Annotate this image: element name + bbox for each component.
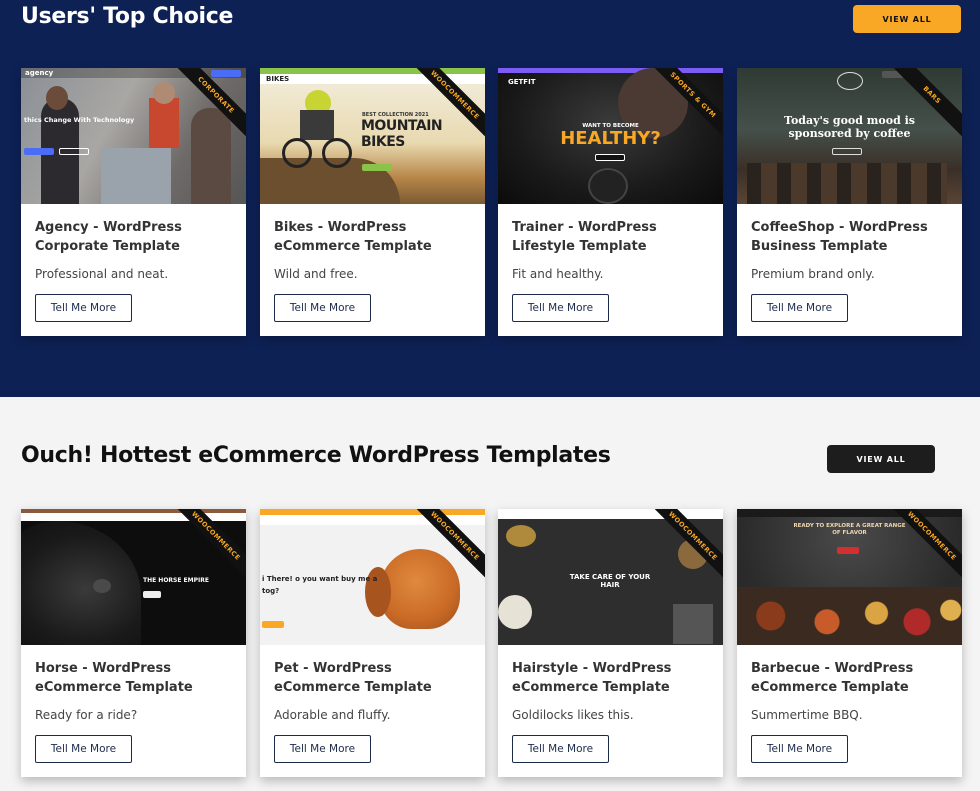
template-thumbnail[interactable]: BIKES BEST COLLECTION 2021 MOUNTAIN BIKE… [260,68,485,204]
thumb-button [837,547,859,554]
kettlebell-shape [588,168,628,204]
card-title: Horse - WordPress eCommerce Template [35,661,193,695]
template-card-agency: agency thics Change With Technology CORP… [21,68,246,336]
card-description: Premium brand only. [751,267,875,281]
thumb-headline: READY TO EXPLORE A GREAT RANGE OF FLAVOR [793,523,906,536]
thumb-headline: TAKE CARE OF YOUR HAIR [569,573,651,589]
thumb-brand: GETFIT [508,78,536,86]
thumb-button [24,148,54,155]
thumb-headline: THE HORSE EMPIRE [143,577,209,584]
template-card-hairstyle: TAKE CARE OF YOUR HAIR WOOCOMMERCE Hairs… [498,509,723,777]
card-description: Summertime BBQ. [751,708,863,722]
thumb-nav [21,513,246,521]
section-title: Ouch! Hottest eCommerce WordPress Templa… [21,443,611,468]
card-description: Adorable and fluffy. [274,708,391,722]
cafe-tables [747,163,947,204]
person-shape [149,98,179,148]
card-title: CoffeeShop - WordPress Business Template [751,220,928,254]
thumb-nav [737,509,962,517]
bike-wheel [282,138,312,168]
tell-me-more-button[interactable]: Tell Me More [35,735,132,763]
template-card-barbecue: READY TO EXPLORE A GREAT RANGE OF FLAVOR… [737,509,962,777]
template-thumbnail[interactable]: Today's good mood is sponsored by coffee… [737,68,962,204]
tell-me-more-button[interactable]: Tell Me More [512,294,609,322]
thumb-button [595,154,625,161]
card-description: Professional and neat. [35,267,169,281]
template-thumbnail[interactable]: i There! o you want buy me a tog? WOOCOM… [260,509,485,645]
template-card-bikes: BIKES BEST COLLECTION 2021 MOUNTAIN BIKE… [260,68,485,336]
tell-me-more-button[interactable]: Tell Me More [274,294,371,322]
person-shape [101,148,171,204]
template-card-coffeeshop: Today's good mood is sponsored by coffee… [737,68,962,336]
rider-body [300,110,334,140]
card-description: Wild and free. [274,267,358,281]
category-ribbon: WOOCOMMERCE [883,509,962,585]
horse-shape [21,521,141,645]
template-card-pet: i There! o you want buy me a tog? WOOCOM… [260,509,485,777]
thumb-topbar [498,68,723,73]
template-card-horse: THE HORSE EMPIRE WOOCOMMERCE Horse - Wor… [21,509,246,777]
card-title: Agency - WordPress Corporate Template [35,220,182,254]
coffee-logo [837,72,863,90]
product-shape [673,604,713,644]
view-all-button[interactable]: VIEW ALL [853,5,961,33]
thumb-button [832,148,862,155]
card-description: Ready for a ride? [35,708,138,722]
template-thumbnail[interactable]: TAKE CARE OF YOUR HAIR WOOCOMMERCE [498,509,723,645]
thumb-headline: i There! o you want buy me a tog? [262,575,378,595]
thumb-nav [498,509,723,519]
thumb-brand: BIKES [266,75,290,83]
person-shape [191,108,231,204]
thumb-brand: agency [25,69,54,77]
card-title: Pet - WordPress eCommerce Template [274,661,432,695]
person-head [153,82,175,104]
thumb-headline: Today's good mood is sponsored by coffee [784,114,915,140]
template-thumbnail[interactable]: THE HORSE EMPIRE WOOCOMMERCE [21,509,246,645]
tell-me-more-button[interactable]: Tell Me More [274,735,371,763]
tell-me-more-button[interactable]: Tell Me More [512,735,609,763]
thumb-headline-text: MOUNTAIN BIKES [361,118,443,150]
bike-wheel [322,138,352,168]
hottest-ecommerce-section: Ouch! Hottest eCommerce WordPress Templa… [0,397,980,791]
thumb-button [143,591,161,598]
template-thumbnail[interactable]: READY TO EXPLORE A GREAT RANGE OF FLAVOR… [737,509,962,645]
thumb-button [262,621,284,628]
food-spread [737,587,962,645]
tell-me-more-button[interactable]: Tell Me More [35,294,132,322]
thumb-button [211,70,241,77]
card-description: Goldilocks likes this. [512,708,634,722]
card-description: Fit and healthy. [512,267,604,281]
tell-me-more-button[interactable]: Tell Me More [751,294,848,322]
brush-shape [506,525,536,547]
thumb-button [362,164,392,171]
template-thumbnail[interactable]: GETFIT WANT TO BECOME HEALTHY? SPORTS & … [498,68,723,204]
template-thumbnail[interactable]: agency thics Change With Technology CORP… [21,68,246,204]
person-head [46,86,68,110]
view-all-button[interactable]: VIEW ALL [827,445,935,473]
section-title: Users' Top Choice [21,4,234,29]
product-shape [498,595,532,629]
thumb-headline: MOUNTAIN BIKES [361,118,485,150]
thumb-headline: thics Change With Technology [24,116,135,124]
card-title: Barbecue - WordPress eCommerce Template [751,661,914,695]
card-title: Trainer - WordPress Lifestyle Template [512,220,657,254]
thumb-headline: HEALTHY? [560,128,661,149]
card-title: Hairstyle - WordPress eCommerce Template [512,661,672,695]
template-card-trainer: GETFIT WANT TO BECOME HEALTHY? SPORTS & … [498,68,723,336]
dog-shape [380,549,460,629]
users-top-choice-section: Users' Top Choice VIEW ALL agency thics … [0,0,980,397]
horse-eye [93,579,111,593]
tell-me-more-button[interactable]: Tell Me More [751,735,848,763]
thumb-button [59,148,89,155]
card-title: Bikes - WordPress eCommerce Template [274,220,432,254]
